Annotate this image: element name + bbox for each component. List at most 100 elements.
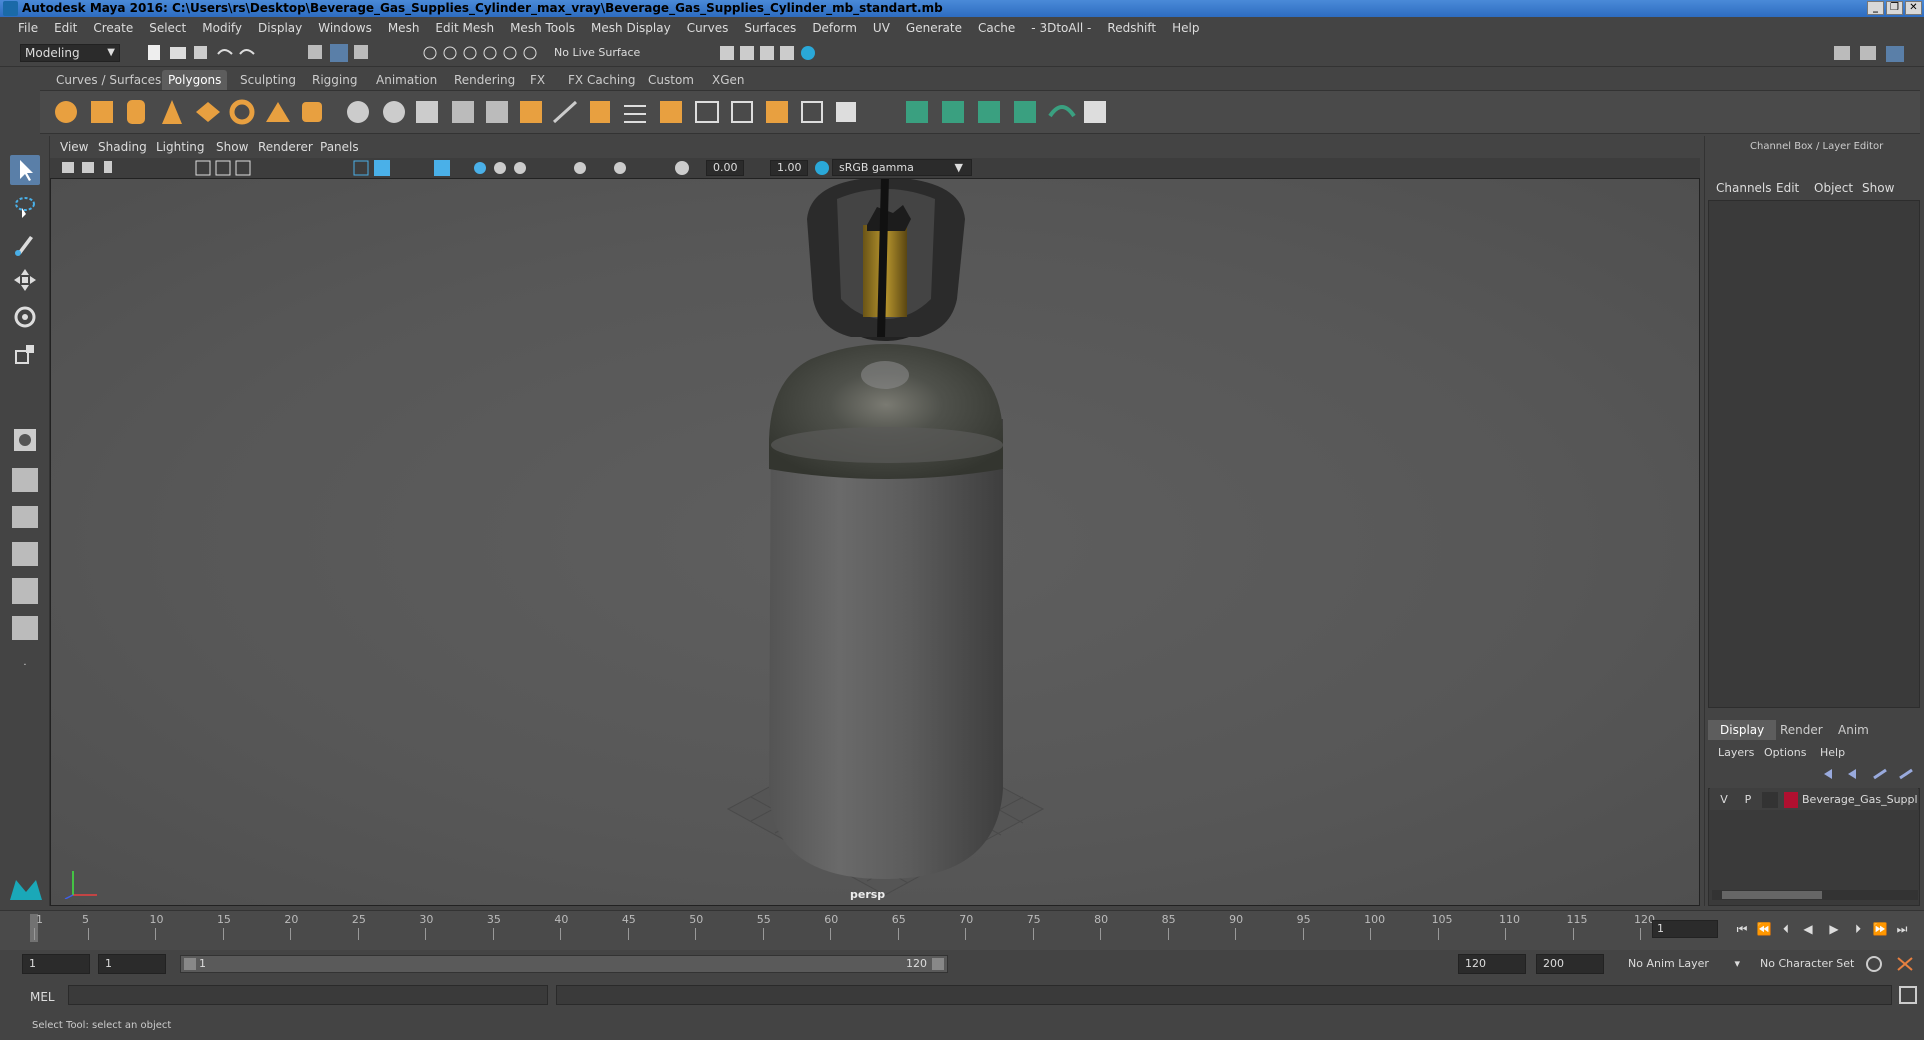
menu-generate[interactable]: Generate	[898, 21, 970, 35]
command-input[interactable]	[68, 985, 548, 1005]
shelf-tab-animation[interactable]: Animation	[370, 70, 443, 90]
range-slider[interactable]: 1 120	[180, 955, 948, 973]
menu-windows[interactable]: Windows	[310, 21, 380, 35]
gamma-field[interactable]: 1.00	[770, 160, 808, 176]
current-time-indicator[interactable]	[30, 914, 38, 942]
last-tool-button[interactable]	[10, 425, 40, 455]
menu-select[interactable]: Select	[141, 21, 194, 35]
shelf-tab-custom[interactable]: Custom	[642, 70, 700, 90]
move-tool-button[interactable]	[10, 265, 40, 295]
channel-box-menu-object[interactable]: Object	[1814, 181, 1853, 195]
toolbox-more-button[interactable]: ·	[16, 660, 34, 674]
layer-scrollbar[interactable]	[1712, 890, 1918, 900]
layer-visibility-toggle[interactable]: V	[1716, 792, 1732, 808]
close-button[interactable]: ✕	[1905, 1, 1922, 15]
step-forward-button[interactable]: ⏩	[1872, 922, 1888, 936]
range-end-handle[interactable]	[932, 958, 944, 970]
step-back-key-button[interactable]: ⏴	[1778, 922, 1794, 936]
viewport-menu-lighting[interactable]: Lighting	[156, 140, 205, 154]
step-back-button[interactable]: ⏪	[1756, 922, 1772, 936]
menu-3dtoall[interactable]: - 3DtoAll -	[1023, 21, 1099, 35]
scale-tool-button[interactable]	[10, 339, 40, 369]
layer-color-swatch[interactable]	[1784, 792, 1798, 808]
playback-end-field[interactable]: 120	[1458, 954, 1526, 974]
poly-pipe-icon	[302, 102, 322, 122]
menu-create[interactable]: Create	[85, 21, 141, 35]
anim-layer-selector[interactable]: No Anim Layer ▾	[1628, 954, 1740, 974]
play-backwards-button[interactable]: ◀	[1800, 922, 1816, 936]
viewport-menu-panels[interactable]: Panels	[320, 140, 359, 154]
viewport-menu-shading[interactable]: Shading	[98, 140, 147, 154]
go-to-start-button[interactable]: ⏮	[1734, 922, 1750, 936]
layer-name[interactable]: Beverage_Gas_Supplie	[1802, 792, 1918, 808]
shelf-tab-rendering[interactable]: Rendering	[448, 70, 521, 90]
exposure-icon	[675, 161, 689, 175]
menu-display[interactable]: Display	[250, 21, 310, 35]
script-editor-icon[interactable]	[1898, 985, 1918, 1005]
range-start-handle[interactable]	[184, 958, 196, 970]
shelf-tab-sculpting[interactable]: Sculpting	[234, 70, 302, 90]
shelf-tab-polygons[interactable]: Polygons	[162, 70, 228, 90]
rotate-tool-button[interactable]	[10, 302, 40, 332]
go-to-end-button[interactable]: ⏭	[1894, 922, 1910, 936]
menu-uv[interactable]: UV	[865, 21, 898, 35]
layer-type-toggle[interactable]	[1762, 792, 1778, 808]
layer-tab-render[interactable]: Render	[1768, 720, 1835, 740]
chevron-down-icon: ▾	[1734, 957, 1740, 970]
menu-edit-mesh[interactable]: Edit Mesh	[427, 21, 502, 35]
play-forwards-button[interactable]: ▶	[1826, 922, 1842, 936]
menu-file[interactable]: File	[10, 21, 46, 35]
menu-surfaces[interactable]: Surfaces	[736, 21, 804, 35]
layer-menu-layers[interactable]: Layers	[1718, 746, 1754, 759]
layer-tab-anim[interactable]: Anim	[1826, 720, 1881, 740]
color-space-selector[interactable]: sRGB gamma ▼	[832, 159, 972, 176]
step-forward-key-button[interactable]: ⏵	[1850, 922, 1866, 936]
menu-mesh-display[interactable]: Mesh Display	[583, 21, 679, 35]
perspective-viewport[interactable]	[50, 178, 1700, 906]
layout-four-panes-icon	[12, 468, 38, 492]
viewport-menu-show[interactable]: Show	[216, 140, 248, 154]
shelf-tab-curves-surfaces[interactable]: Curves / Surfaces	[50, 70, 167, 90]
shelf-tab-fx[interactable]: FX	[524, 70, 551, 90]
menu-cache[interactable]: Cache	[970, 21, 1023, 35]
viewport-menu-view[interactable]: View	[60, 140, 88, 154]
minimize-button[interactable]: _	[1867, 1, 1884, 15]
shelf-tab-rigging[interactable]: Rigging	[306, 70, 363, 90]
shelf-tab-xgen[interactable]: XGen	[706, 70, 751, 90]
select-tool-button[interactable]	[10, 155, 40, 185]
viewport-menu-renderer[interactable]: Renderer	[258, 140, 313, 154]
menu-curves[interactable]: Curves	[679, 21, 737, 35]
animation-end-field[interactable]: 200	[1536, 954, 1604, 974]
menu-modify[interactable]: Modify	[194, 21, 250, 35]
lasso-tool-button[interactable]	[10, 192, 40, 222]
animation-start-field[interactable]: 1	[22, 954, 90, 974]
channel-box-menu-edit[interactable]: Edit	[1776, 181, 1799, 195]
character-set-selector[interactable]: No Character Set	[1760, 954, 1878, 974]
mode-selector[interactable]: Modeling ▼	[20, 44, 120, 62]
playback-start-field[interactable]: 1	[98, 954, 166, 974]
exposure-field[interactable]: 0.00	[706, 160, 744, 176]
menu-redshift[interactable]: Redshift	[1099, 21, 1164, 35]
layer-menu-options[interactable]: Options	[1764, 746, 1806, 759]
channel-box-menu-show[interactable]: Show	[1862, 181, 1894, 195]
layer-menu-help[interactable]: Help	[1820, 746, 1845, 759]
textured-icon	[434, 160, 450, 176]
channel-box-menu-channels[interactable]: Channels	[1716, 181, 1772, 195]
menu-mesh-tools[interactable]: Mesh Tools	[502, 21, 583, 35]
menu-mesh[interactable]: Mesh	[380, 21, 428, 35]
layer-tab-display[interactable]: Display	[1708, 720, 1777, 740]
color-management-icon[interactable]	[814, 159, 830, 177]
mel-label[interactable]: MEL	[30, 990, 55, 1004]
menu-edit[interactable]: Edit	[46, 21, 85, 35]
menu-deform[interactable]: Deform	[804, 21, 865, 35]
paint-select-tool-button[interactable]	[10, 228, 40, 258]
channel-box-toggle-icon	[1886, 46, 1904, 62]
current-frame-field[interactable]: 1	[1652, 920, 1718, 938]
layer-playback-toggle[interactable]: P	[1740, 792, 1756, 808]
menu-help[interactable]: Help	[1164, 21, 1207, 35]
shelf-tab-fx-caching[interactable]: FX Caching	[562, 70, 641, 90]
live-surface-field[interactable]: No Live Surface	[554, 44, 654, 62]
restore-button[interactable]: ❐	[1886, 1, 1903, 15]
layer-scrollbar-thumb[interactable]	[1722, 891, 1822, 899]
channel-list[interactable]	[1708, 200, 1920, 708]
